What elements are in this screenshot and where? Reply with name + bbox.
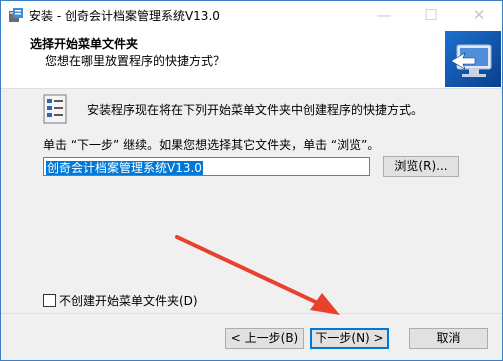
close-button[interactable]: ✕	[456, 1, 502, 30]
cancel-button[interactable]: 取消	[409, 328, 488, 349]
description-text: 安装程序现在将在下列开始菜单文件夹中创建程序的快捷方式。	[87, 103, 424, 117]
title-bar[interactable]: 安装 - 创奇会计档案管理系统V13.0 — ☐ ✕	[1, 1, 502, 30]
start-menu-folder-input[interactable]: 创奇会计档案管理系统V13.0	[43, 157, 370, 176]
wizard-header: 选择开始菜单文件夹 您想在哪里放置程序的快捷方式？	[1, 30, 502, 89]
maximize-button[interactable]: ☐	[408, 1, 454, 30]
wizard-body: 安装程序现在将在下列开始菜单文件夹中创建程序的快捷方式。 单击 “下一步” 继续…	[1, 89, 502, 311]
footer-divider	[1, 313, 502, 314]
folder-input-value: 创奇会计档案管理系统V13.0	[46, 161, 203, 175]
window-title: 安装 - 创奇会计档案管理系统V13.0	[29, 9, 220, 23]
minimize-button[interactable]: —	[361, 1, 407, 30]
no-folder-checkbox-label[interactable]: 不创建开始菜单文件夹(D)	[59, 294, 198, 308]
back-button[interactable]: < 上一步(B)	[225, 328, 304, 349]
no-folder-checkbox-row[interactable]: 不创建开始菜单文件夹(D)	[43, 292, 198, 308]
page-title: 选择开始菜单文件夹	[30, 37, 139, 51]
monitor-shortcut-icon	[445, 31, 501, 87]
browse-button[interactable]: 浏览(R)...	[383, 156, 459, 177]
installer-window: 安装 - 创奇会计档案管理系统V13.0 — ☐ ✕ 选择开始菜单文件夹 您想在…	[0, 0, 503, 361]
next-button[interactable]: 下一步(N) >	[310, 328, 389, 349]
no-folder-checkbox[interactable]	[43, 294, 56, 307]
installer-app-icon	[9, 8, 23, 22]
page-subtitle: 您想在哪里放置程序的快捷方式？	[45, 54, 226, 68]
hint-text: 单击 “下一步” 继续。如果您想选择其它文件夹，单击 “浏览”。	[43, 138, 380, 152]
start-menu-folder-icon	[43, 94, 67, 124]
